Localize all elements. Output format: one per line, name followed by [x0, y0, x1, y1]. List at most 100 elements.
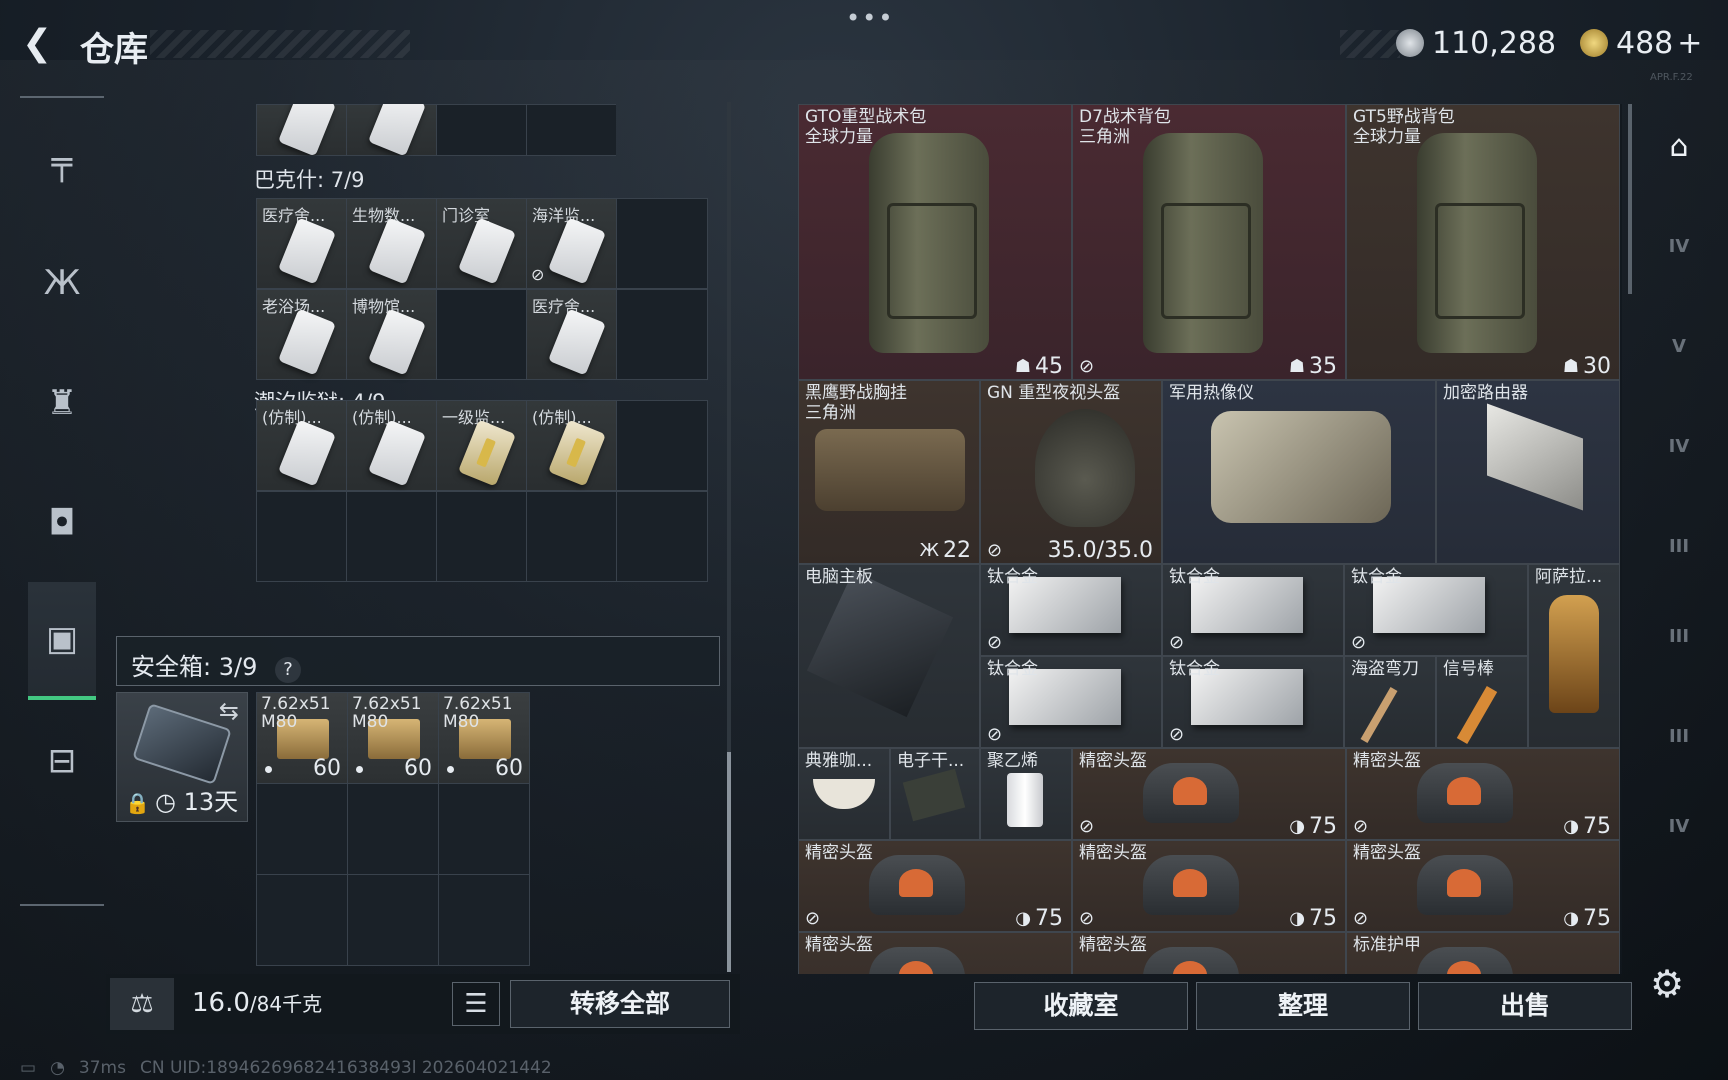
sidebar-tab[interactable]: ▣ [28, 582, 96, 700]
loot-item[interactable]: 阿萨拉... [1528, 564, 1620, 748]
stash-cell[interactable]: 海洋监... ⊘ [526, 198, 617, 289]
stash-cell[interactable]: (仿制)... [346, 400, 437, 491]
list-icon[interactable]: ☰ [452, 982, 500, 1026]
safebox-cell[interactable]: 7.62x51 M80 60 [256, 692, 348, 784]
stash-scroll-thumb[interactable] [727, 752, 731, 972]
safebox-cell[interactable] [256, 783, 348, 875]
gear-icon[interactable]: ⚙ [1650, 962, 1684, 1006]
stash-cell[interactable] [256, 491, 347, 582]
back-arrow-icon[interactable]: ❮ [22, 24, 58, 64]
sidebar-tab[interactable]: Ж [28, 224, 96, 342]
loot-item[interactable]: 精密头盔 ⊘ ◑ 75 [798, 840, 1072, 932]
loot-item[interactable]: GT5野战背包 全球力量 ☗ 30 [1346, 104, 1620, 380]
add-currency-icon[interactable]: + [1677, 26, 1702, 61]
safebox-cell[interactable] [256, 874, 348, 966]
stash-cell[interactable] [616, 198, 708, 289]
safebox-cell[interactable]: 7.62x51 M80 60 [347, 692, 439, 784]
menu-dots-icon[interactable]: ••• [846, 4, 894, 32]
container-tab[interactable]: ⌂ [1644, 106, 1714, 186]
sidebar-tab[interactable]: ◘ [28, 464, 96, 582]
loot-item[interactable]: 精密头盔 [798, 932, 1072, 974]
organize-button[interactable]: 整理 [1196, 982, 1410, 1030]
stash-cell[interactable]: 生物数... [346, 198, 437, 289]
safebox-cell[interactable] [347, 783, 439, 875]
loot-item[interactable]: 精密头盔 ⊘ ◑ 75 [1346, 748, 1620, 840]
safebox-cell[interactable] [438, 874, 530, 966]
stash-cell[interactable]: 博物馆... [346, 289, 437, 380]
loot-item[interactable]: 海盗弯刀 [1344, 656, 1436, 748]
transfer-all-button[interactable]: 转移全部 [510, 980, 730, 1028]
collection-room-button[interactable]: 收藏室 [974, 982, 1188, 1030]
swap-icon[interactable]: ⇆ [219, 697, 239, 725]
loot-item[interactable]: 钛合金 ⊘ [1344, 564, 1528, 656]
loot-item[interactable]: 聚乙烯 [980, 748, 1072, 840]
container-tab[interactable]: V [1644, 306, 1714, 386]
loot-item-value-text: 75 [1309, 906, 1337, 931]
loot-item[interactable]: 电脑主板 [798, 564, 980, 748]
stash-scrollbar[interactable] [727, 102, 731, 972]
stash-cell[interactable]: 医疗舍... [256, 198, 347, 289]
loot-item[interactable]: D7战术背包 三角洲 ⊘ ☗ 35 [1072, 104, 1346, 380]
stash-cell[interactable] [256, 104, 347, 156]
safebox-cell[interactable] [347, 874, 439, 966]
sidebar-tab[interactable]: ♜ [28, 344, 96, 462]
sidebar-tab[interactable]: ⊟ [28, 702, 96, 820]
currency-gold[interactable]: 488 + [1580, 22, 1702, 64]
stash-cell[interactable] [436, 104, 527, 156]
loot-item[interactable]: 典雅咖... [798, 748, 890, 840]
case-duration: ◷ 13天 [155, 788, 239, 816]
tier-iii-icon: III [1668, 625, 1690, 647]
safebox-cell[interactable] [438, 783, 530, 875]
stash-cell[interactable] [616, 400, 708, 491]
stash-cell[interactable]: 门诊室 [436, 198, 527, 289]
container-tab[interactable]: IV [1644, 206, 1714, 286]
stash-cell[interactable] [436, 491, 527, 582]
container-tab[interactable]: IV [1644, 406, 1714, 486]
stash-cell[interactable] [436, 289, 527, 380]
loot-item[interactable]: 电子干... [890, 748, 980, 840]
loot-item[interactable]: 加密路由器 [1436, 380, 1620, 564]
loot-item[interactable]: 钛合金 ⊘ [980, 564, 1162, 656]
loot-item[interactable]: 军用热像仪 [1162, 380, 1436, 564]
loot-item[interactable]: 精密头盔 ⊘ ◑ 75 [1346, 840, 1620, 932]
stash-cell[interactable]: 老浴场... [256, 289, 347, 380]
loot-item[interactable]: 信号棒 [1436, 656, 1528, 748]
help-icon[interactable]: ? [274, 657, 301, 683]
secure-case-item[interactable]: ⇆ 🔒 ◷ 13天 [116, 692, 248, 822]
loot-item[interactable]: GTO重型战术包 全球力量 ☗ 45 [798, 104, 1072, 380]
sidebar-tab[interactable]: ╤ [28, 104, 96, 222]
safebox-cell[interactable]: 7.62x51 M80 60 [438, 692, 530, 784]
loot-item[interactable]: 标准护甲 [1346, 932, 1620, 974]
stash-cell[interactable]: (仿制)... [526, 400, 617, 491]
container-tab[interactable]: III [1644, 506, 1714, 586]
currency-silver[interactable]: 110,288 [1396, 22, 1556, 64]
safebox-header: 安全箱: 3/9 ? [116, 636, 720, 686]
container-tab[interactable]: III [1644, 696, 1714, 776]
stash-cell[interactable] [346, 491, 437, 582]
safebox-label: 安全箱: 3/9 [131, 653, 258, 681]
loot-item[interactable]: GN 重型夜视头盔 ⊘ 35.0/35.0 [980, 380, 1162, 564]
stash-cell[interactable] [616, 289, 708, 380]
container-tab[interactable]: III [1644, 596, 1714, 676]
loot-item[interactable]: 钛合金 ⊘ [1162, 656, 1344, 748]
stash-cell[interactable] [526, 104, 616, 156]
stash-cell[interactable] [346, 104, 437, 156]
loot-item[interactable]: 精密头盔 ⊘ ◑ 75 [1072, 748, 1346, 840]
loot-scrollbar[interactable] [1628, 104, 1632, 294]
stash-panel[interactable]: 巴克什: 7/9 医疗舍... 生物数... 门诊室 海洋监... ⊘ 老浴场... 博物馆… [106, 104, 734, 640]
stash-cell[interactable]: (仿制)... [256, 400, 347, 491]
container-tab[interactable]: IV [1644, 786, 1714, 866]
loot-panel[interactable]: GTO重型战术包 全球力量 ☗ 45 D7战术背包 三角洲 ⊘ ☗ 35 GT5野战背包 全球… [798, 104, 1622, 974]
keycard-image [367, 419, 427, 487]
loot-item-value: ◑ 75 [1563, 814, 1611, 839]
loot-item[interactable]: 钛合金 ⊘ [1162, 564, 1344, 656]
loot-item[interactable]: 钛合金 ⊘ [980, 656, 1162, 748]
loot-item[interactable]: 精密头盔 [1072, 932, 1346, 974]
stash-cell[interactable] [616, 491, 708, 582]
sell-button[interactable]: 出售 [1418, 982, 1632, 1030]
stash-cell[interactable] [526, 491, 617, 582]
stash-cell[interactable]: 一级监... [436, 400, 527, 491]
stash-cell[interactable]: 医疗舍... [526, 289, 617, 380]
loot-item[interactable]: 精密头盔 ⊘ ◑ 75 [1072, 840, 1346, 932]
loot-item[interactable]: 黑鹰野战胸挂 三角洲 Ж 22 [798, 380, 980, 564]
